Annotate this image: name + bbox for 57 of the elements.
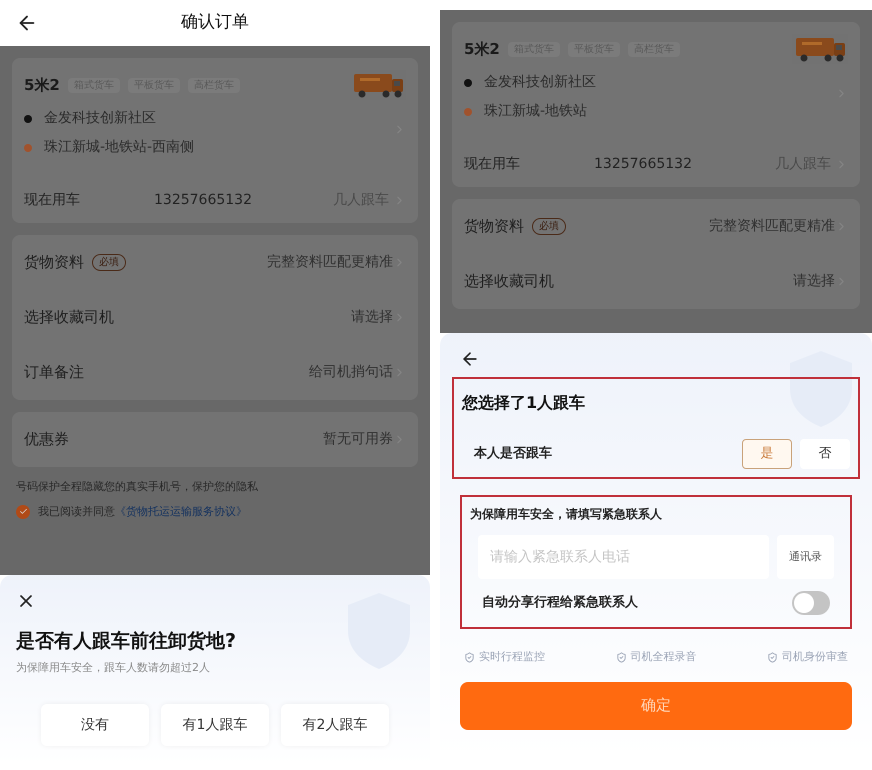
option-row[interactable]: 优惠券 暂无可用券 [24, 412, 406, 467]
row-label: 选择收藏司机 [464, 271, 554, 292]
phone-input[interactable]: 请输入紧急联系人电话 [478, 535, 769, 579]
choice-button[interactable]: 否 [800, 439, 850, 469]
address-text: 珠江新城-地铁站 [484, 102, 588, 121]
phone-number: 13257665132 [154, 191, 252, 210]
row-label: 优惠券 [24, 429, 69, 450]
required-tag: 必填 [92, 254, 126, 271]
row-value: 请选择 [793, 272, 835, 291]
option-row[interactable]: 订单备注 给司机捎句话 [24, 345, 406, 400]
option-button[interactable]: 有1人跟车 [161, 704, 269, 746]
address-text: 金发科技创新社区 [484, 73, 596, 92]
sheet-title: 是否有人跟车前往卸货地? [16, 629, 238, 654]
choice-button[interactable]: 是 [742, 439, 792, 469]
shield-check-icon [616, 652, 626, 663]
feature-text: 司机身份审查 [782, 649, 848, 665]
confirm-button[interactable]: 确定 [460, 682, 852, 730]
shield-check-icon [464, 652, 475, 663]
check-icon [18, 507, 28, 516]
row-label: 货物资料 [24, 252, 84, 274]
phone-number: 13257665132 [594, 155, 692, 174]
option-button[interactable]: 有2人跟车 [281, 704, 389, 746]
row-value: 给司机捎句话 [309, 363, 393, 382]
shield-check-icon [767, 652, 778, 663]
row-label: 订单备注 [24, 362, 84, 384]
privacy-note: 号码保护全程隐藏您的真实手机号，保护您的隐私 [15, 479, 259, 495]
share-label: 自动分享行程给紧急联系人 [482, 594, 638, 612]
row-value: 完整资料匹配更精准 [709, 217, 835, 236]
row-value: 完整资料匹配更精准 [267, 253, 393, 272]
feature-text: 实时行程监控 [479, 649, 545, 665]
row-label: 选择收藏司机 [24, 307, 114, 328]
contact-heading: 为保障用车安全，请填写紧急联系人 [470, 506, 663, 523]
address-text: 金发科技创新社区 [44, 109, 156, 128]
option-row[interactable]: 货物资料 必填 完整资料匹配更精准 [24, 235, 406, 290]
time-selector[interactable]: 现在用车 [464, 154, 594, 175]
feature-text: 司机全程录音 [630, 649, 696, 665]
option-row[interactable]: 选择收藏司机 请选择 [464, 254, 848, 309]
option-row[interactable]: 货物资料 必填 完整资料匹配更精准 [464, 199, 848, 254]
contacts-button[interactable]: 通讯录 [777, 535, 834, 579]
row-value: 暂无可用券 [323, 430, 393, 449]
required-tag: 必填 [532, 218, 566, 235]
option-button[interactable]: 没有 [41, 704, 149, 746]
vehicle-size: 5米2 [24, 74, 60, 96]
agreement-link[interactable]: 《货物托运运输服务协议》 [115, 504, 247, 518]
vehicle-size: 5米2 [464, 38, 500, 60]
row-value: 请选择 [351, 308, 393, 327]
self-ride-label: 本人是否跟车 [474, 444, 552, 464]
agreement-checkbox[interactable] [16, 504, 30, 519]
page-title: 确认订单 [181, 11, 249, 34]
agreement-text: 我已阅读并同意《货物托运运输服务协议》 [38, 504, 247, 520]
address-text: 珠江新城-地铁站-西南侧 [44, 138, 194, 157]
sheet-title: 您选择了1人跟车 [462, 392, 586, 414]
share-toggle[interactable] [792, 591, 830, 615]
option-row[interactable]: 选择收藏司机 请选择 [24, 290, 406, 345]
time-selector[interactable]: 现在用车 [24, 190, 154, 211]
sheet-subtitle: 为保障用车安全，跟车人数请勿超过2人 [16, 660, 211, 676]
row-label: 货物资料 [464, 216, 524, 238]
